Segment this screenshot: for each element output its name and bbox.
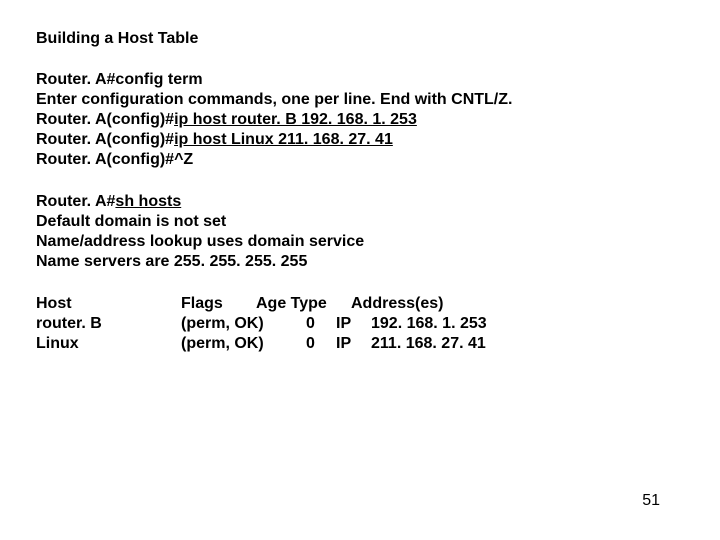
prompt-text: Router. A# [36,193,115,210]
show-line-2: Name/address lookup uses domain service [36,232,684,252]
config-line-3: Router. A(config)#ip host Linux 211. 168… [36,130,684,150]
command-text: sh hosts [115,193,181,210]
config-line-4: Router. A(config)#^Z [36,150,684,170]
col-header-host: Host [36,294,181,314]
show-line-1: Default domain is not set [36,212,684,232]
config-instruction: Enter configuration commands, one per li… [36,90,684,110]
cell-host: router. B [36,314,181,334]
cell-address: 192. 168. 1. 253 [371,314,487,334]
show-block: Router. A#sh hosts Default domain is not… [36,192,684,272]
cell-host: Linux [36,334,181,354]
prompt-text: Router. A(config)# [36,111,174,128]
cell-address: 211. 168. 27. 41 [371,334,486,354]
cell-flags: (perm, OK) [181,314,306,334]
col-header-address: Address(es) [351,294,443,314]
page-number: 51 [642,492,660,510]
cell-age: 0 [306,334,336,354]
slide: Building a Host Table Router. A#config t… [0,0,720,540]
config-line-1: Router. A#config term [36,70,684,90]
cell-flags: (perm, OK) [181,334,306,354]
cell-type: IP [336,334,371,354]
col-header-agetype: Age Type [256,294,351,314]
prompt-text: Router. A(config)# [36,131,174,148]
host-table: Host Flags Age Type Address(es) router. … [36,294,684,354]
col-header-flags: Flags [181,294,256,314]
table-row: Linux (perm, OK) 0 IP 211. 168. 27. 41 [36,334,684,354]
table-header: Host Flags Age Type Address(es) [36,294,684,314]
table-row: router. B (perm, OK) 0 IP 192. 168. 1. 2… [36,314,684,334]
cell-age: 0 [306,314,336,334]
show-line-3: Name servers are 255. 255. 255. 255 [36,252,684,272]
config-line-2: Router. A(config)#ip host router. B 192.… [36,110,684,130]
command-text: ip host router. B 192. 168. 1. 253 [174,111,417,128]
command-text: config term [115,71,202,88]
command-text: ip host Linux 211. 168. 27. 41 [174,131,393,148]
cell-type: IP [336,314,371,334]
show-line-prompt: Router. A#sh hosts [36,192,684,212]
config-block: Router. A#config term Enter configuratio… [36,70,684,170]
slide-title: Building a Host Table [36,30,684,48]
prompt-text: Router. A# [36,71,115,88]
